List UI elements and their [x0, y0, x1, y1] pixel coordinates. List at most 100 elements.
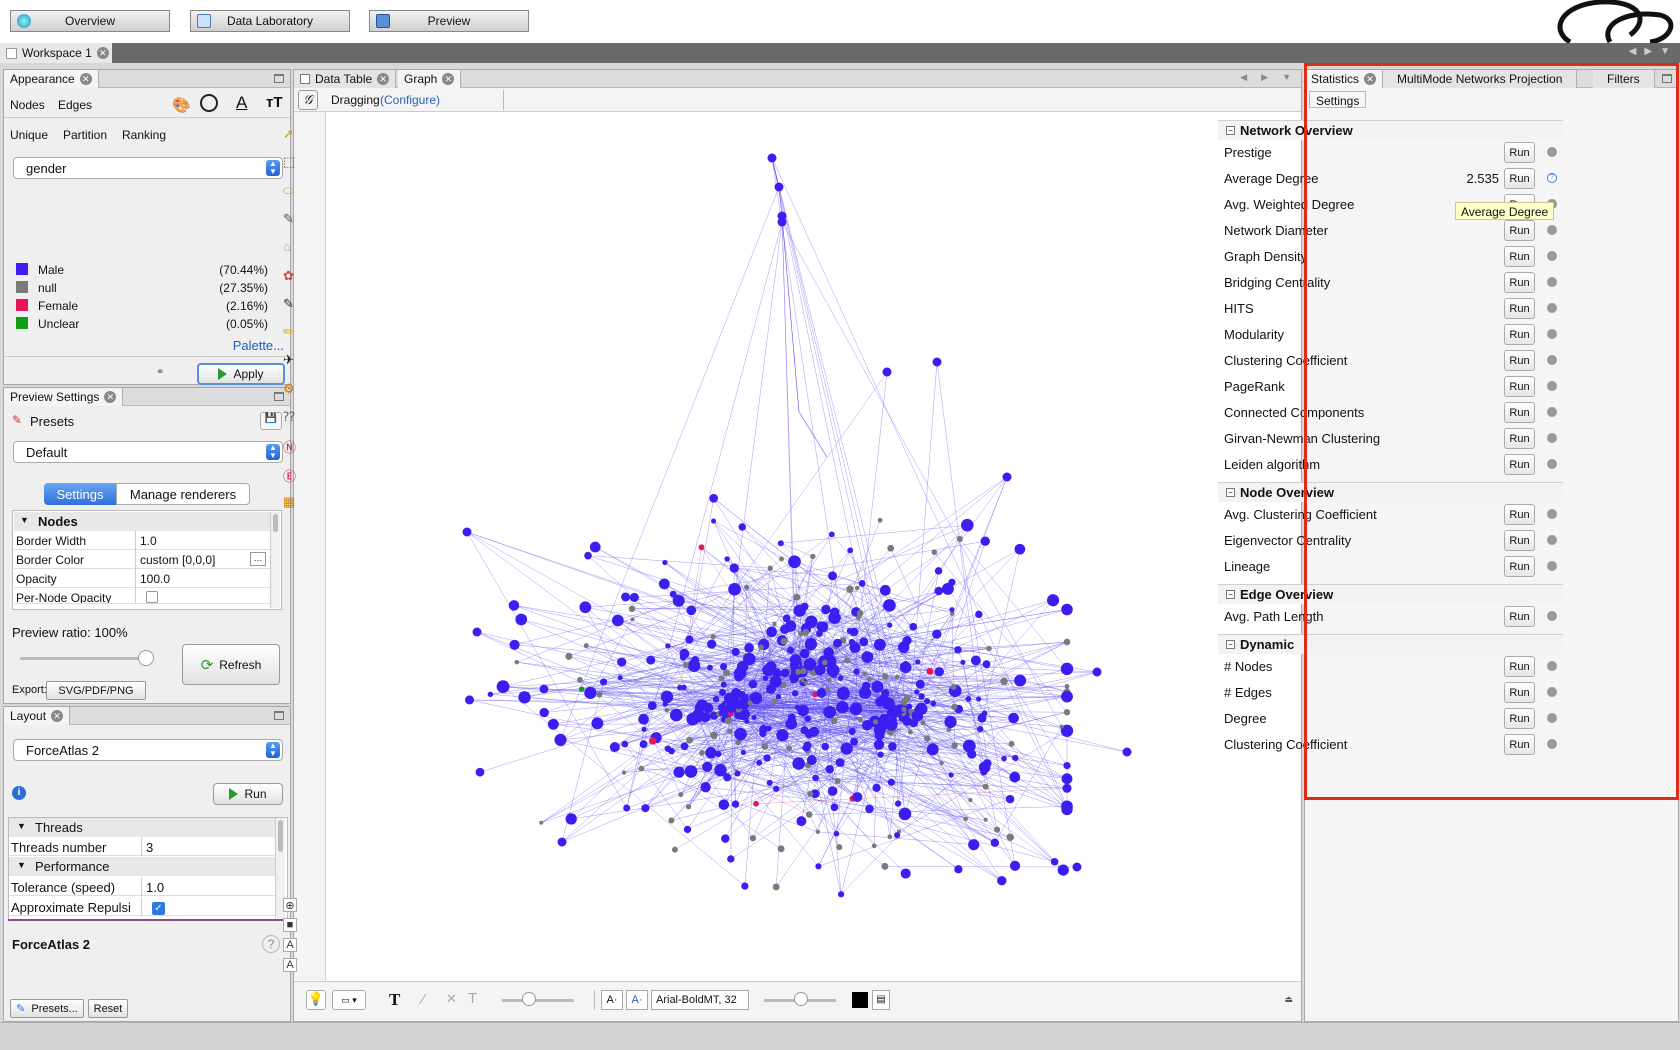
report-icon[interactable]	[1547, 355, 1557, 365]
report-icon[interactable]	[1547, 225, 1557, 235]
attribute-select[interactable]: gender ▲ ▼	[13, 157, 283, 179]
run-button[interactable]: Run	[1504, 298, 1535, 319]
stat-section-header[interactable]: − Network Overview	[1218, 120, 1563, 140]
stat-section-header[interactable]: − Node Overview	[1218, 482, 1563, 502]
report-icon[interactable]	[1547, 459, 1557, 469]
ratio-slider[interactable]	[20, 657, 146, 660]
run-button[interactable]: Run	[1504, 168, 1535, 189]
run-button[interactable]: Run	[1504, 606, 1535, 627]
scrollbar[interactable]	[270, 512, 280, 608]
report-icon[interactable]	[1547, 433, 1557, 443]
prop-value[interactable]	[135, 588, 270, 603]
edge-color-icon[interactable]: ✕	[446, 991, 457, 1007]
report-icon[interactable]	[1547, 561, 1557, 571]
help-icon[interactable]: ?	[262, 935, 280, 953]
close-icon[interactable]: ✕	[104, 391, 117, 403]
layout-reset-button[interactable]: Reset	[88, 999, 128, 1018]
label-size-icon[interactable]: A·	[601, 990, 623, 1010]
report-icon[interactable]	[1547, 303, 1557, 313]
shortest-path-icon[interactable]: ⁇	[283, 409, 297, 424]
pointer-icon[interactable]: ➚	[283, 126, 297, 141]
label-color-icon[interactable]: A·	[626, 990, 648, 1010]
preset-select[interactable]: Default ▲ ▼	[13, 441, 283, 463]
eject-icon[interactable]: ⏏	[1284, 994, 1293, 1005]
minimize-icon[interactable]	[1662, 74, 1672, 83]
lasso-icon[interactable]: ⬭	[283, 183, 297, 198]
checkbox-checked[interactable]: ✓	[152, 902, 165, 915]
palette-icon[interactable]: 🎨	[172, 96, 191, 114]
nav-right-icon[interactable]: ▶	[1644, 46, 1652, 60]
report-icon[interactable]	[1547, 329, 1557, 339]
run-button[interactable]: Run	[1504, 734, 1535, 755]
slider-handle[interactable]	[138, 650, 154, 666]
run-button[interactable]: Run	[1504, 428, 1535, 449]
gephi-mode-icon[interactable]: 𝒢	[298, 90, 318, 110]
tab-graph[interactable]: Graph ✕	[398, 70, 462, 88]
attributes-icon[interactable]: ▤	[872, 990, 890, 1010]
tab-ranking[interactable]: Ranking	[122, 128, 166, 142]
run-button[interactable]: Run	[1504, 682, 1535, 703]
run-button[interactable]: Run	[1504, 246, 1535, 267]
configure-link[interactable]: (Configure)	[380, 93, 440, 107]
prop-border-width[interactable]: Border Width 1.0	[14, 531, 270, 550]
report-icon[interactable]	[1547, 713, 1557, 723]
refresh-button[interactable]: ⟳ Refresh	[182, 644, 280, 685]
report-icon[interactable]	[1547, 381, 1557, 391]
nav-right-icon[interactable]: ▶	[1261, 72, 1268, 83]
run-button[interactable]: Run	[1504, 142, 1535, 163]
tab-layout[interactable]: Layout ✕	[4, 707, 71, 725]
text-icon[interactable]: T	[389, 990, 400, 1010]
legend-item[interactable]: Female (2.16%)	[16, 299, 268, 316]
rect-select-icon[interactable]: ⬚	[283, 154, 297, 169]
label-font-icon[interactable]: A	[283, 958, 297, 972]
slider-handle[interactable]	[794, 992, 808, 1006]
minimize-icon[interactable]	[274, 711, 284, 720]
group-performance[interactable]: ▼ Performance	[9, 857, 275, 876]
legend-item[interactable]: null (27.35%)	[16, 281, 268, 298]
run-button[interactable]: Run	[1504, 324, 1535, 345]
close-icon[interactable]: ✕	[79, 73, 92, 85]
settings-button[interactable]: Settings	[1309, 91, 1367, 108]
run-button[interactable]: Run	[1504, 504, 1535, 525]
run-button[interactable]: Run	[1504, 708, 1535, 729]
prop-tolerance[interactable]: Tolerance (speed) 1.0	[9, 877, 275, 896]
run-button[interactable]: Run	[1504, 656, 1535, 677]
size-icon[interactable]	[200, 94, 218, 112]
pencil-icon[interactable]: ✎	[283, 296, 297, 311]
legend-item[interactable]: Unclear (0.05%)	[16, 317, 268, 334]
close-icon[interactable]: ✕	[442, 73, 455, 85]
report-icon[interactable]	[1547, 509, 1557, 519]
stat-section-header[interactable]: − Edge Overview	[1218, 584, 1563, 604]
tab-appearance[interactable]: Appearance ✕	[4, 70, 99, 88]
prop-approximate-repulsion[interactable]: Approximate Repulsi ✓	[9, 897, 275, 916]
color-swatch[interactable]	[16, 299, 28, 311]
report-icon[interactable]	[1547, 535, 1557, 545]
prop-value[interactable]: ✓	[141, 897, 275, 916]
edge-weight-slider[interactable]	[502, 999, 574, 1002]
prop-border-color[interactable]: Border Color custom [0,0,0] …	[14, 550, 270, 569]
stat-section-header[interactable]: − Dynamic	[1218, 634, 1563, 654]
tab-statistics[interactable]: Statistics ✕	[1305, 70, 1384, 88]
report-icon[interactable]	[1547, 687, 1557, 697]
color-swatch[interactable]	[852, 992, 868, 1008]
label-color-icon[interactable]: A	[236, 93, 247, 113]
report-icon[interactable]	[1547, 739, 1557, 749]
tab-filters[interactable]: Filters	[1593, 70, 1655, 88]
diamond-icon[interactable]: ⌂	[283, 239, 297, 254]
run-button[interactable]: Run	[1504, 376, 1535, 397]
tab-manage-renderers[interactable]: Manage renderers	[116, 483, 250, 505]
prop-value[interactable]: 100.0	[135, 569, 270, 588]
gear-icon[interactable]: ⚙	[283, 381, 297, 396]
tab-edges[interactable]: Edges	[58, 98, 92, 112]
paint-icon[interactable]: ✎	[283, 211, 297, 226]
run-button[interactable]: Run	[1504, 530, 1535, 551]
checkbox[interactable]	[146, 591, 158, 603]
report-icon[interactable]	[1547, 661, 1557, 671]
report-icon[interactable]	[1547, 611, 1557, 621]
node-icon[interactable]: Ⓝ	[283, 437, 297, 455]
edge-icon[interactable]: Ⓔ	[283, 466, 297, 484]
close-icon[interactable]: ✕	[96, 47, 109, 59]
color-swatch[interactable]	[16, 281, 28, 293]
export-button[interactable]: SVG/PDF/PNG	[46, 681, 146, 700]
color-swatch[interactable]	[16, 263, 28, 275]
